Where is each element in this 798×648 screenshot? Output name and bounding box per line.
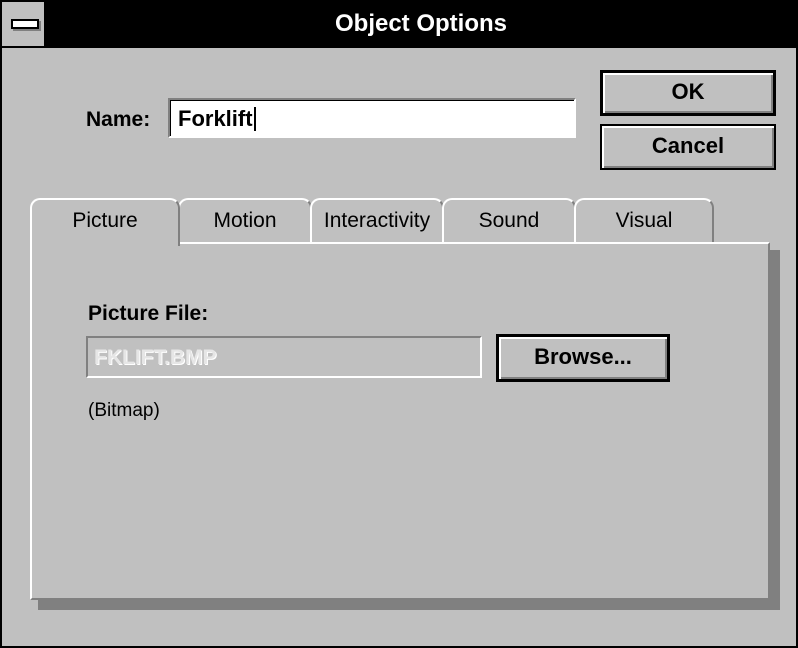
tab-sound[interactable]: Sound <box>442 198 576 242</box>
name-label: Name: <box>86 108 151 131</box>
window-title: Object Options <box>334 10 507 37</box>
picture-file-type: (Bitmap) <box>88 400 160 421</box>
system-menu-icon[interactable] <box>2 2 46 46</box>
panel-shadow-bottom <box>38 600 780 610</box>
picture-file-field[interactable]: FKLIFT.BMP <box>86 336 482 378</box>
tab-picture[interactable]: Picture <box>30 198 180 246</box>
browse-button[interactable]: Browse... <box>496 334 670 382</box>
cancel-button[interactable]: Cancel <box>600 124 776 170</box>
text-caret <box>253 107 256 131</box>
tab-interactivity[interactable]: Interactivity <box>310 198 444 242</box>
tab-motion[interactable]: Motion <box>178 198 312 242</box>
tab-visual[interactable]: Visual <box>574 198 714 242</box>
object-options-dialog: Object Options Name: Forklift OK Cancel … <box>0 0 798 648</box>
tab-panel-picture: Picture File: (Bitmap) <box>30 242 770 600</box>
picture-file-label: Picture File: <box>88 302 209 325</box>
panel-shadow <box>770 250 780 608</box>
ok-button[interactable]: OK <box>600 70 776 116</box>
system-menu-bar <box>11 19 39 29</box>
name-input[interactable]: Forklift <box>168 98 576 138</box>
tab-strip: Picture Motion Interactivity Sound Visua… <box>30 198 770 246</box>
name-input-value: Forklift <box>178 106 256 132</box>
title-bar: Object Options <box>2 2 796 48</box>
picture-file-value: FKLIFT.BMP <box>94 346 217 369</box>
